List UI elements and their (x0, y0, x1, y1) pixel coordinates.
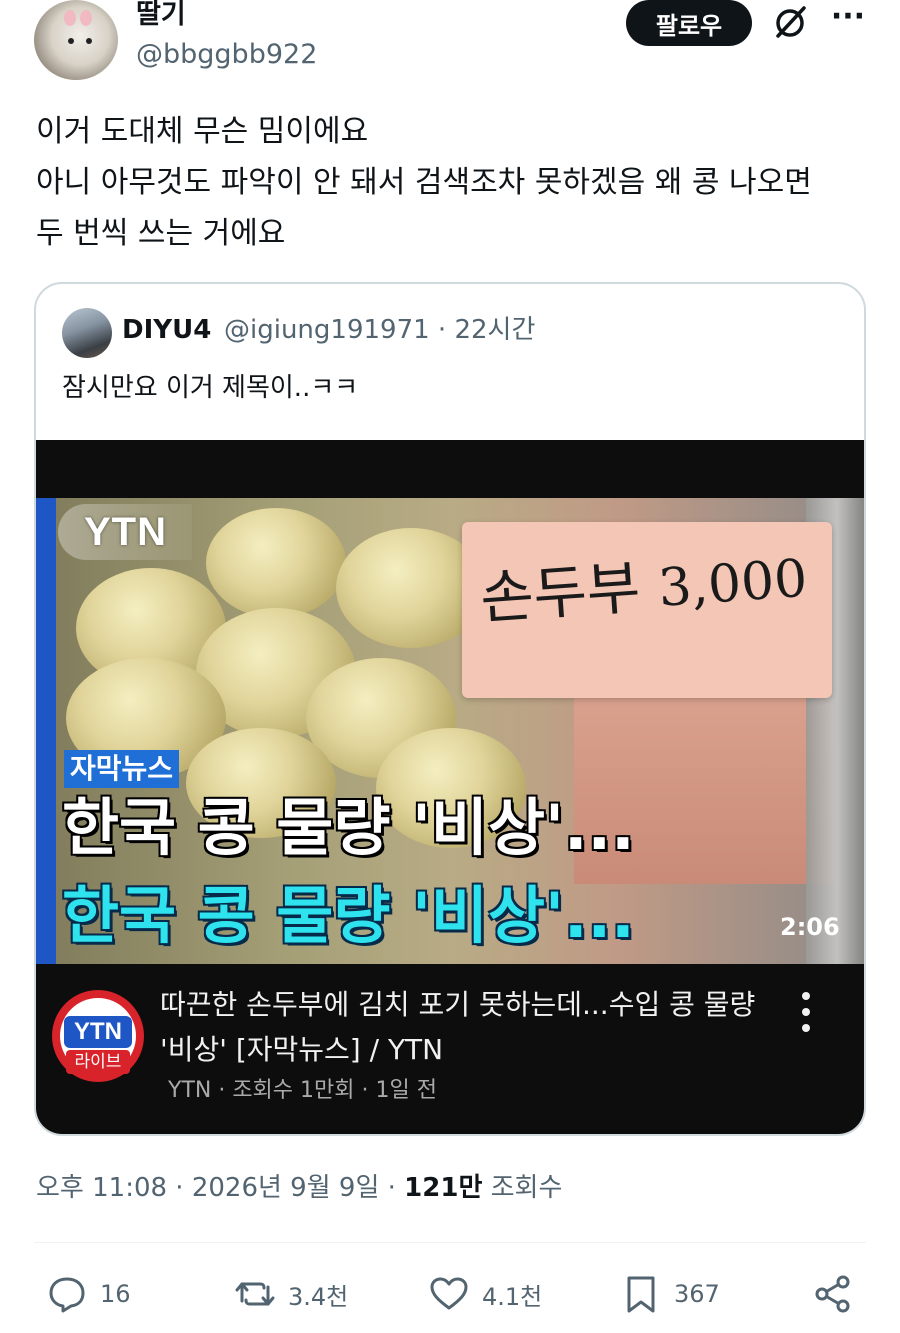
reply-count: 16 (100, 1280, 131, 1308)
quote-tweet-card[interactable]: DIYU4 @igiung191971 · 22시간 잠시만요 이거 제목이..… (34, 282, 866, 1136)
author-display-name[interactable]: 딸기 (136, 0, 186, 30)
retweet-button[interactable]: 3.4천 (234, 1270, 348, 1318)
retweet-icon (235, 1282, 275, 1306)
quote-author-meta: @igiung191971 · 22시간 (224, 315, 536, 345)
retweet-count: 3.4천 (288, 1282, 349, 1311)
video-thumbnail[interactable]: 손두부 3,000 YTN 자막뉴스 한국 콩 물량 '비상'... 한국 콩 … (36, 498, 864, 964)
tweet-timestamp: 오후 11:08 · 2026년 9월 9일 · 121만 조회수 (36, 1170, 562, 1206)
channel-avatar-logo: YTN (64, 1016, 132, 1048)
caption-tag: 자막뉴스 (64, 750, 180, 788)
tweet-text: 이거 도대체 무슨 밈이에요 아니 아무것도 파악이 안 돼서 검색조차 못하겠… (36, 106, 876, 259)
reply-button[interactable]: 16 (46, 1270, 131, 1318)
sign-price: 3,000 (656, 548, 810, 619)
tweet-line: 두 번씩 쓰는 거에요 (36, 216, 286, 251)
bean-image (206, 508, 346, 618)
share-icon (815, 1275, 850, 1313)
news-side-bar (36, 498, 56, 964)
divider (34, 1242, 866, 1243)
follow-button[interactable]: 팔로우 (626, 0, 752, 46)
bookmark-button[interactable]: 367 (620, 1270, 720, 1318)
tweet-line: 이거 도대체 무슨 밈이에요 (36, 114, 369, 149)
more-icon[interactable]: ··· (828, 2, 868, 38)
bookmark-count: 367 (674, 1280, 720, 1308)
channel-live-badge: 라이브 (66, 1050, 130, 1074)
avatar-eye (86, 38, 92, 44)
ytn-logo: YTN (58, 504, 192, 560)
quote-author-avatar (62, 308, 112, 358)
quote-author-name: DIYU4 (122, 315, 212, 345)
views-count: 121만 (404, 1173, 483, 1203)
like-icon (430, 1277, 468, 1310)
tweet-line: 아니 아무것도 파악이 안 돼서 검색조차 못하겠음 왜 콩 나오면 (36, 165, 812, 200)
author-handle[interactable]: @bbggbb922 (136, 38, 317, 72)
like-button[interactable]: 4.1천 (428, 1270, 542, 1318)
headline-cyan: 한국 콩 물량 '비상'... (62, 879, 635, 952)
share-button[interactable] (812, 1270, 866, 1318)
video-meta: YTN · 조회수 1만회 · 1일 전 (168, 1078, 437, 1103)
grok-icon[interactable] (770, 2, 810, 42)
channel-avatar[interactable]: YTN 라이브 (52, 990, 144, 1082)
reply-icon (49, 1277, 85, 1313)
video-card[interactable]: 손두부 3,000 YTN 자막뉴스 한국 콩 물량 '비상'... 한국 콩 … (36, 440, 864, 1134)
video-options-icon[interactable] (796, 988, 816, 1048)
author-avatar[interactable] (34, 0, 118, 80)
bookmark-icon (627, 1276, 655, 1313)
video-duration: 2:06 (780, 913, 840, 941)
avatar-ear (64, 10, 76, 26)
headline-white: 한국 콩 물량 '비상'... (62, 791, 635, 864)
avatar-ear (80, 10, 92, 26)
sign-label: 손두부 (477, 553, 643, 633)
avatar-eye (68, 38, 74, 44)
video-title[interactable]: 따끈한 손두부에 김치 포기 못하는데...수입 콩 물량 '비상' [자막뉴스… (160, 982, 780, 1072)
timestamp-time-date[interactable]: 오후 11:08 · 2026년 9월 9일 · (36, 1173, 404, 1203)
views-label: 조회수 (482, 1173, 563, 1203)
quote-text: 잠시만요 이거 제목이..ㅋㅋ (62, 373, 359, 403)
like-count: 4.1천 (482, 1282, 543, 1311)
